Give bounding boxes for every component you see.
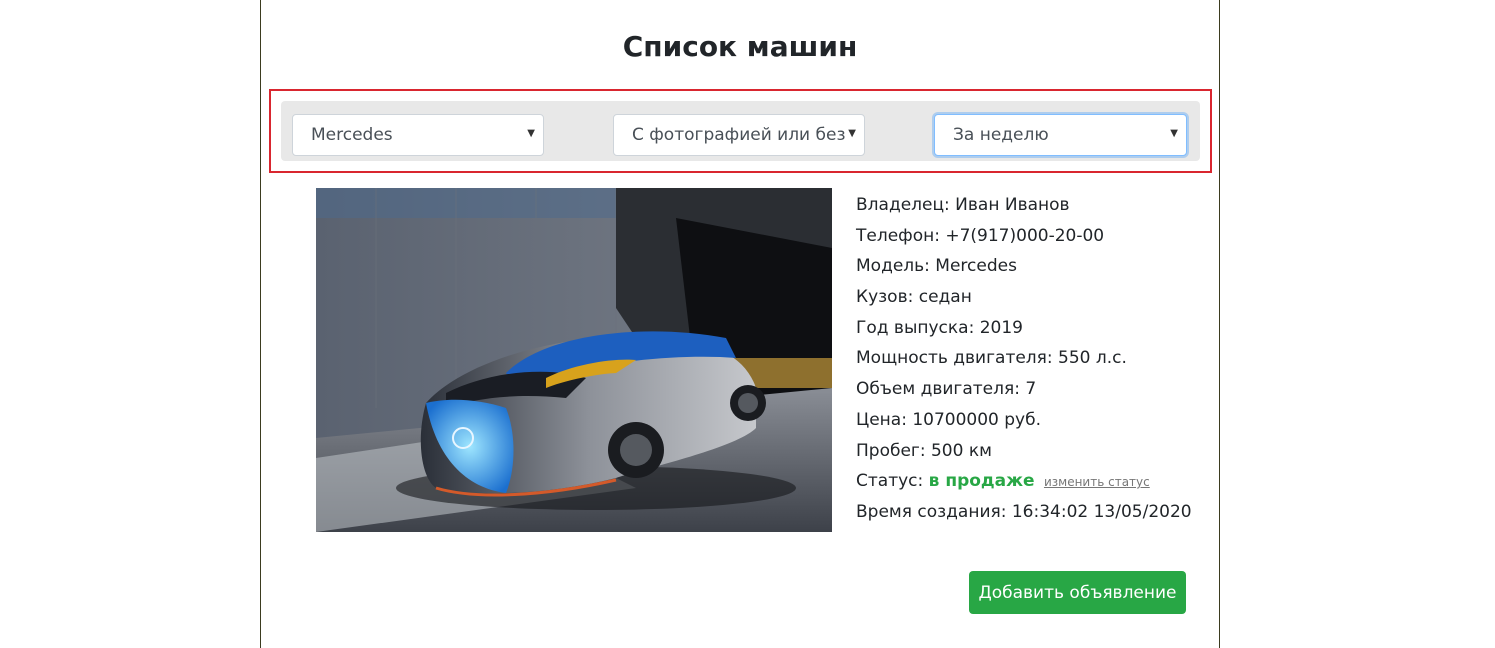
filter-panel: Mercedes ▼ С фотографией или без ▼ За не… — [281, 101, 1200, 161]
body-line: Кузов: седан — [856, 287, 972, 308]
model-line: Модель: Mercedes — [856, 256, 1017, 277]
photo-select[interactable]: С фотографией или без ▼ — [613, 114, 865, 156]
photo-select-value: С фотографией или без — [632, 125, 846, 145]
power-line: Мощность двигателя: 550 л.с. — [856, 348, 1127, 369]
period-select-value: За неделю — [953, 125, 1049, 145]
page-title: Список машин — [622, 30, 858, 63]
period-select[interactable]: За неделю ▼ — [934, 114, 1187, 156]
brand-select-value: Mercedes — [311, 125, 393, 145]
created-line: Время создания: 16:34:02 13/05/2020 — [856, 501, 1192, 522]
car-details: Владелец: Иван Иванов Телефон: +7(917)00… — [856, 191, 1192, 529]
car-photo-image — [316, 188, 832, 532]
status-label: Статус: — [856, 471, 924, 492]
chevron-down-icon: ▼ — [1170, 128, 1178, 139]
owner-line: Владелец: Иван Иванов — [856, 195, 1070, 215]
chevron-down-icon: ▼ — [848, 128, 856, 139]
brand-select[interactable]: Mercedes ▼ — [292, 114, 544, 156]
filter-highlight-box: Mercedes ▼ С фотографией или без ▼ За не… — [269, 89, 1212, 173]
add-listing-button[interactable]: Добавить объявление — [969, 571, 1186, 614]
phone-line: Телефон: +7(917)000-20-00 — [856, 225, 1105, 246]
status-line: Статус: в продаже изменить статус — [856, 467, 1192, 498]
change-status-link[interactable]: изменить статус — [1044, 475, 1150, 489]
main-container: Список машин Mercedes ▼ С фотографией ил… — [260, 0, 1220, 648]
volume-line: Объем двигателя: 7 — [856, 379, 1037, 400]
chevron-down-icon: ▼ — [527, 128, 535, 139]
mileage-line: Пробег: 500 км — [856, 440, 992, 461]
car-photo — [316, 188, 832, 532]
status-badge: в продаже — [928, 471, 1035, 492]
year-line: Год выпуска: 2019 — [856, 317, 1023, 338]
price-line: Цена: 10700000 руб. — [856, 409, 1041, 430]
